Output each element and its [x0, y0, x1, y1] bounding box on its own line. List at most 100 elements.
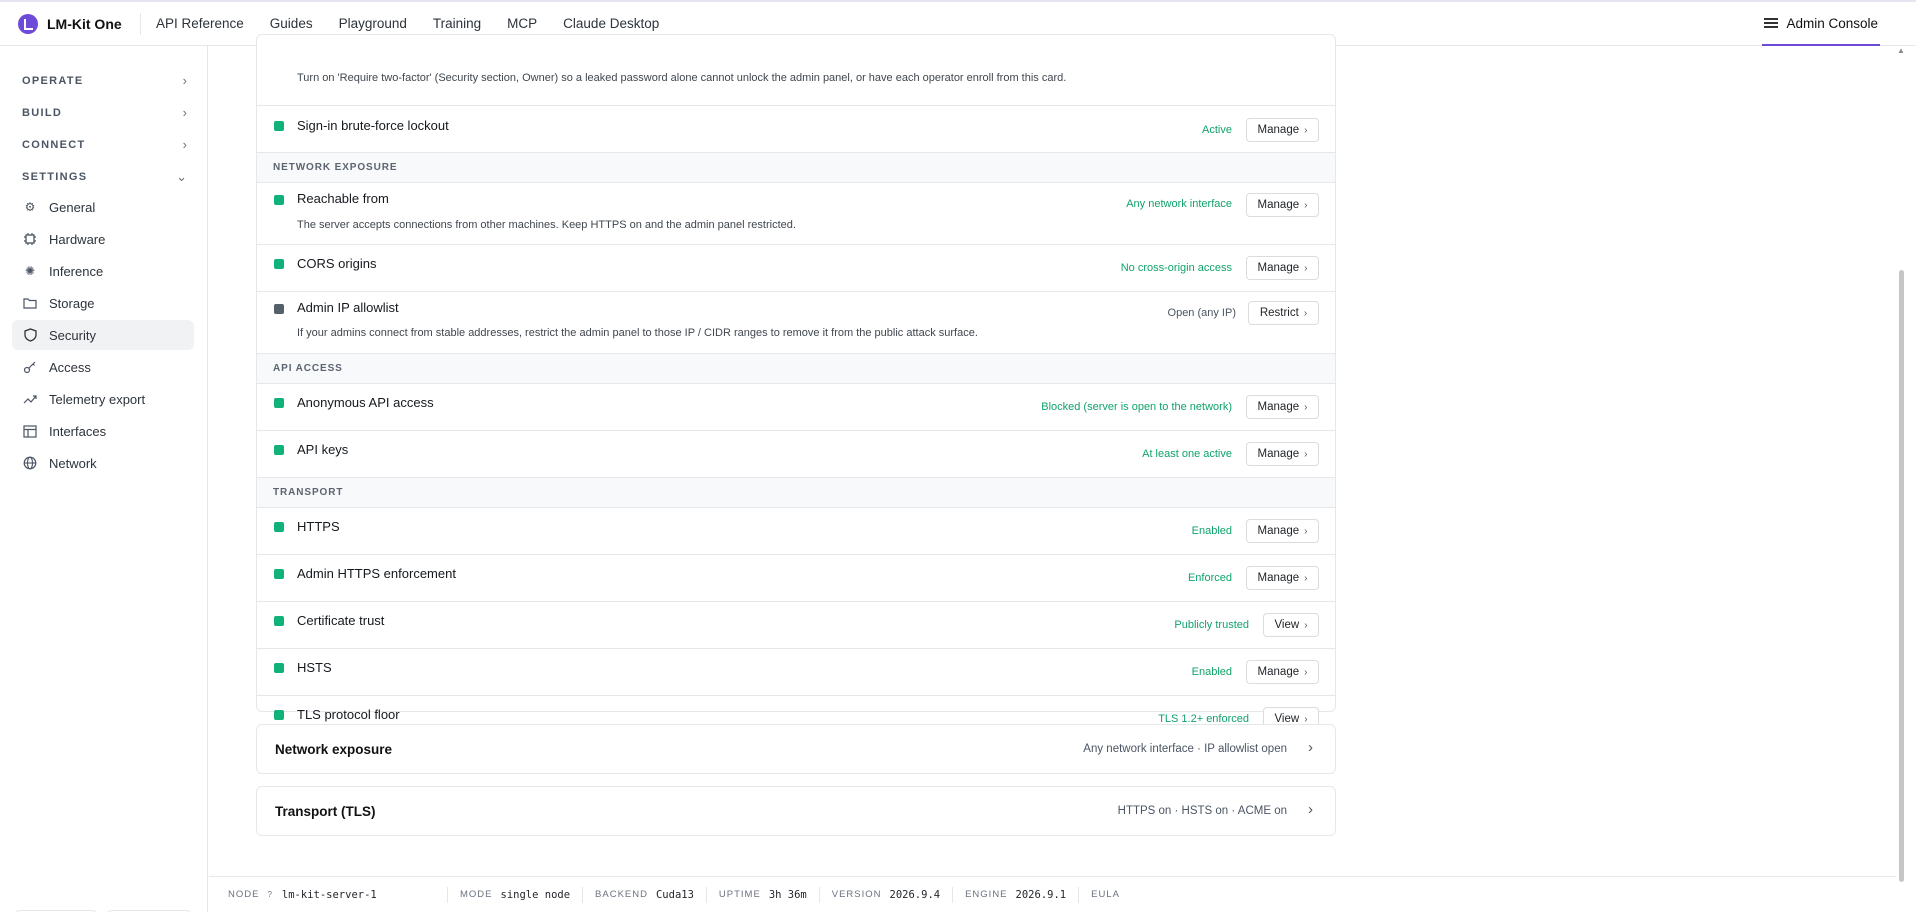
- status-mode: MODE single node: [460, 886, 584, 903]
- nav-guides[interactable]: Guides: [270, 16, 313, 31]
- chevron-right-icon: ›: [1304, 525, 1308, 537]
- sidebar-item-label: Security: [49, 327, 96, 343]
- cert-view-button[interactable]: View ›: [1263, 613, 1319, 637]
- section-label: SETTINGS: [22, 171, 88, 183]
- button-label: Manage: [1257, 124, 1300, 136]
- sidebar-item-hardware[interactable]: Hardware: [12, 224, 194, 254]
- status-label: NODE: [228, 889, 260, 900]
- https-row: HTTPS Enabled Manage ›: [257, 508, 1335, 555]
- hsts-row: HSTS Enabled Manage ›: [257, 649, 1335, 696]
- row-title: Anonymous API access: [297, 395, 434, 410]
- status-version: VERSION 2026.9.4: [831, 886, 954, 903]
- status-node: NODE ? lm-kit-server-1: [228, 886, 448, 903]
- sidebar-item-inference[interactable]: ✺ Inference: [12, 256, 194, 286]
- sidebar-item-access[interactable]: Access: [12, 352, 194, 382]
- nav-mcp[interactable]: MCP: [507, 16, 537, 31]
- row-status: Publicly trusted: [1174, 619, 1249, 631]
- status-label: ENGINE: [965, 889, 1008, 900]
- sidebar-item-security[interactable]: Security: [12, 320, 194, 350]
- status-label: MODE: [460, 889, 493, 900]
- app-logo-icon: [18, 13, 38, 34]
- engine-value: 2026.9.1: [1015, 888, 1067, 901]
- admin-console-label: Admin Console: [1786, 15, 1878, 31]
- cors-manage-button[interactable]: Manage ›: [1246, 256, 1319, 280]
- row-description: Turn on 'Require two-factor' (Security s…: [297, 72, 1067, 84]
- summary-title: Transport (TLS): [275, 804, 376, 819]
- row-status: At least one active: [1142, 448, 1232, 460]
- https-manage-button[interactable]: Manage ›: [1246, 519, 1319, 543]
- row-status: Enabled: [1191, 525, 1232, 537]
- status-eula[interactable]: EULA: [1091, 887, 1140, 903]
- layout-icon: [23, 424, 37, 438]
- status-indicator: [274, 259, 284, 269]
- chevron-right-icon: ›: [1304, 619, 1308, 631]
- chevron-right-icon: ›: [1304, 401, 1308, 413]
- reachable-manage-button[interactable]: Manage ›: [1246, 193, 1319, 217]
- group-api-access: API ACCESS: [257, 354, 1335, 384]
- status-label: VERSION: [831, 889, 882, 900]
- help-icon[interactable]: ?: [267, 890, 271, 899]
- group-transport: TRANSPORT: [257, 478, 1335, 508]
- sidebar-item-telemetry-export[interactable]: Telemetry export: [12, 384, 194, 414]
- sidebar-item-network[interactable]: Network: [12, 448, 194, 478]
- eula-link[interactable]: EULA: [1091, 889, 1120, 900]
- sidebar-item-general[interactable]: ⚙ General: [12, 192, 194, 222]
- app-name: LM-Kit One: [47, 15, 122, 32]
- nav-playground[interactable]: Playground: [339, 16, 407, 31]
- summary-meta: HTTPS on · HSTS on · ACME on: [1117, 805, 1287, 817]
- sidebar-item-label: Network: [49, 455, 97, 471]
- transport-tls-summary[interactable]: Transport (TLS) HTTPS on · HSTS on · ACM…: [256, 786, 1336, 836]
- sidebar-section-connect[interactable]: CONNECT ›: [22, 137, 187, 152]
- api-keys-manage-button[interactable]: Manage ›: [1246, 442, 1319, 466]
- network-exposure-summary[interactable]: Network exposure Any network interface ·…: [256, 724, 1336, 774]
- row-status: Open (any IP): [1167, 307, 1236, 319]
- chevron-right-icon: ›: [182, 137, 187, 152]
- anonymous-api-row: Anonymous API access Blocked (server is …: [257, 384, 1335, 431]
- button-label: Manage: [1257, 448, 1300, 460]
- admin-https-manage-button[interactable]: Manage ›: [1246, 566, 1319, 590]
- nav-claude-desktop[interactable]: Claude Desktop: [563, 16, 659, 31]
- row-status: No cross-origin access: [1120, 262, 1232, 274]
- bruteforce-manage-button[interactable]: Manage ›: [1246, 118, 1319, 142]
- nav-api-reference[interactable]: API Reference: [156, 16, 244, 31]
- chevron-right-icon: ›: [1304, 713, 1308, 725]
- key-icon: [23, 360, 37, 374]
- chevron-right-icon: ›: [1308, 739, 1313, 756]
- main-nav: API Reference Guides Playground Training…: [140, 12, 685, 35]
- sidebar-item-label: Hardware: [49, 231, 106, 247]
- chevron-right-icon: ›: [1304, 666, 1308, 678]
- chevron-right-icon: ›: [1304, 448, 1308, 460]
- sidebar-section-build[interactable]: BUILD ›: [22, 105, 187, 120]
- sidebar-section-operate[interactable]: OPERATE ›: [22, 73, 187, 88]
- scroll-up-arrow-icon[interactable]: ▲: [1897, 46, 1905, 55]
- row-title: Reachable from: [297, 191, 389, 206]
- brand[interactable]: LM-Kit One: [0, 13, 140, 34]
- sidebar-item-interfaces[interactable]: Interfaces: [12, 416, 194, 446]
- admin-console-tab[interactable]: Admin Console: [1762, 2, 1880, 46]
- status-indicator: [274, 398, 284, 408]
- section-label: BUILD: [22, 106, 63, 119]
- status-indicator: [274, 663, 284, 673]
- button-label: Restrict: [1259, 307, 1299, 319]
- two-factor-row: Turn on 'Require two-factor' (Security s…: [257, 35, 1335, 106]
- status-indicator: [274, 569, 284, 579]
- allowlist-restrict-button[interactable]: Restrict ›: [1248, 301, 1319, 325]
- sidebar-section-settings[interactable]: SETTINGS ⌄: [22, 169, 187, 185]
- sidebar-item-label: Inference: [49, 263, 104, 279]
- status-indicator: [274, 304, 284, 314]
- status-indicator: [274, 195, 284, 205]
- node-value: lm-kit-server-1: [281, 888, 377, 901]
- hsts-manage-button[interactable]: Manage ›: [1246, 660, 1319, 684]
- sidebar-item-storage[interactable]: Storage: [12, 288, 194, 318]
- chevron-right-icon: ›: [1304, 199, 1308, 211]
- chevron-right-icon: ›: [182, 105, 187, 120]
- trend-icon: [23, 392, 37, 406]
- nav-training[interactable]: Training: [433, 16, 481, 31]
- status-uptime: UPTIME 3h 36m: [719, 886, 820, 903]
- row-title: Admin IP allowlist: [297, 300, 399, 315]
- anonymous-manage-button[interactable]: Manage ›: [1246, 395, 1319, 419]
- scrollbar-thumb[interactable]: [1899, 270, 1904, 882]
- row-description: If your admins connect from stable addre…: [297, 327, 978, 339]
- folder-icon: [23, 296, 37, 310]
- chip-icon: [23, 232, 37, 246]
